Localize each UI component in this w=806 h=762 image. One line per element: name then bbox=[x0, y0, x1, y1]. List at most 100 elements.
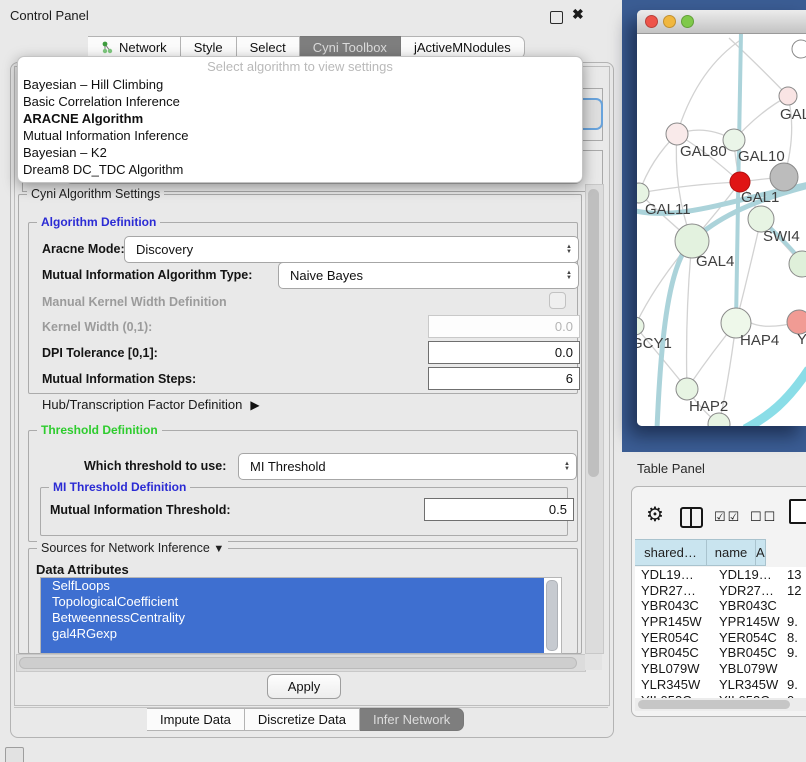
expand-arrow-icon: ▶ bbox=[250, 398, 259, 412]
zoom-window-icon[interactable] bbox=[681, 15, 694, 28]
attribute-items: SelfLoops TopologicalCoefficient Between… bbox=[41, 578, 561, 642]
table-row[interactable]: YDL19… YDL19… 13 bbox=[635, 567, 806, 583]
close-window-icon[interactable] bbox=[645, 15, 658, 28]
cell-shared-name: YBR045C bbox=[635, 645, 711, 661]
dpi-tolerance-field[interactable]: 0.0 bbox=[428, 341, 580, 364]
panel-title: Control Panel bbox=[10, 8, 89, 23]
which-threshold-select[interactable]: MI Threshold ▲▼ bbox=[238, 453, 577, 480]
attribute-item[interactable]: BetweennessCentrality bbox=[41, 610, 544, 626]
network-graph: GALGAL80GAL10GAL1GAL11SWI4GAL4GCY1HAP4YH… bbox=[637, 34, 806, 426]
table-row[interactable]: YBR045C YBR045C 9. bbox=[635, 645, 806, 661]
network-node[interactable] bbox=[676, 378, 698, 400]
dropdown-option[interactable]: Dream8 DC_TDC Algorithm bbox=[18, 161, 582, 178]
attribute-item[interactable]: TopologicalCoefficient bbox=[41, 594, 544, 610]
settings-horizontal-scrollbar[interactable] bbox=[16, 654, 586, 672]
table-panel: ⚙ ☑☑ ☐☐ shared… name A YDL19… YDL19… 13 bbox=[631, 486, 806, 717]
tab[interactable]: Impute Data bbox=[147, 708, 245, 731]
network-view-window[interactable]: GALGAL80GAL10GAL1GAL11SWI4GAL4GCY1HAP4YH… bbox=[637, 10, 806, 426]
tab[interactable]: Discretize Data bbox=[245, 708, 360, 731]
collapse-arrow-icon[interactable]: ▼ bbox=[213, 543, 224, 555]
table-row[interactable]: YLR345W YLR345W 9. bbox=[635, 677, 806, 693]
dropdown-option[interactable]: Basic Correlation Inference bbox=[18, 93, 582, 110]
option-label: Dream8 DC_TDC Algorithm bbox=[23, 162, 183, 177]
select-all-checkboxes-icon[interactable]: ☑☑ bbox=[714, 509, 741, 525]
attribute-item-clipped[interactable] bbox=[41, 642, 544, 653]
network-node[interactable] bbox=[637, 317, 644, 335]
attribute-label: SelfLoops bbox=[52, 578, 110, 593]
table-row[interactable]: YER054C YER054C 8. bbox=[635, 630, 806, 646]
settings-vertical-scrollbar[interactable] bbox=[585, 184, 604, 654]
aracne-mode-label: Aracne Mode: bbox=[42, 242, 125, 256]
mi-type-select[interactable]: Naive Bayes ▲▼ bbox=[278, 262, 579, 289]
attribute-label: BetweennessCentrality bbox=[52, 610, 185, 625]
group-title: Sources for Network Inference ▼ bbox=[37, 541, 228, 555]
close-icon[interactable]: ✖ bbox=[572, 6, 584, 23]
option-label: Bayesian – Hill Climbing bbox=[23, 77, 163, 92]
list-scrollbar[interactable] bbox=[546, 580, 558, 651]
tab[interactable]: Infer Network bbox=[360, 708, 464, 731]
option-label: Basic Correlation Inference bbox=[23, 94, 180, 109]
tab-label: Style bbox=[194, 40, 223, 55]
manual-kernel-checkbox[interactable] bbox=[549, 292, 566, 309]
clear-checkboxes-icon[interactable]: ☐☐ bbox=[750, 509, 777, 525]
table-row[interactable]: YPR145W YPR145W 9. bbox=[635, 614, 806, 630]
mi-steps-field[interactable]: 6 bbox=[428, 367, 580, 390]
manual-kernel-label: Manual Kernel Width Definition bbox=[42, 295, 227, 309]
column-header[interactable]: A bbox=[756, 539, 766, 566]
float-panel-icon[interactable] bbox=[550, 11, 563, 24]
table-row[interactable]: YBR043C YBR043C bbox=[635, 598, 806, 614]
node-label: GAL11 bbox=[645, 201, 691, 218]
cell-name: YBL079W bbox=[711, 661, 783, 677]
dropdown-option[interactable]: Bayesian – K2 bbox=[18, 144, 582, 161]
node-label: HAP4 bbox=[740, 332, 779, 349]
table-horizontal-scrollbar[interactable] bbox=[635, 698, 806, 711]
table-panel-title: Table Panel bbox=[637, 461, 705, 476]
stepper-icon: ▲▼ bbox=[566, 245, 572, 255]
dropdown-option[interactable]: Bayesian – Hill Climbing bbox=[18, 76, 582, 93]
tab-label: Impute Data bbox=[160, 712, 231, 727]
scrollbar-corner bbox=[585, 654, 602, 670]
group-title: MI Threshold Definition bbox=[49, 480, 190, 494]
cell-value: 8. bbox=[783, 630, 806, 646]
table-row[interactable]: YDR27… YDR27… 12 bbox=[635, 583, 806, 599]
data-attributes-list[interactable]: SelfLoops TopologicalCoefficient Between… bbox=[40, 577, 562, 654]
dropdown-option[interactable]: Mutual Information Inference bbox=[18, 127, 582, 144]
mi-threshold-field[interactable]: 0.5 bbox=[424, 498, 574, 521]
algorithm-dropdown[interactable]: Select algorithm to view settings Bayesi… bbox=[17, 56, 583, 183]
hub-definition-expander[interactable]: Hub/Transcription Factor Definition ▶ bbox=[42, 397, 260, 412]
columns-icon[interactable] bbox=[680, 507, 703, 528]
network-node[interactable] bbox=[770, 163, 798, 191]
minimized-panel-icon[interactable] bbox=[5, 747, 24, 762]
aracne-mode-select[interactable]: Discovery ▲▼ bbox=[124, 236, 579, 263]
network-node[interactable] bbox=[666, 123, 688, 145]
dropdown-option[interactable]: ARACNE Algorithm bbox=[18, 110, 582, 127]
mi-threshold-label: Mutual Information Threshold: bbox=[50, 503, 231, 517]
network-node[interactable] bbox=[789, 251, 806, 277]
cell-value: 9. bbox=[783, 645, 806, 661]
attribute-item[interactable]: SelfLoops bbox=[41, 578, 544, 594]
attribute-item[interactable]: gal4RGexp bbox=[41, 626, 544, 642]
gear-icon[interactable]: ⚙ bbox=[646, 502, 664, 527]
table-body: YDL19… YDL19… 13 YDR27… YDR27… 12 YBR043… bbox=[635, 567, 806, 698]
group-title: Threshold Definition bbox=[37, 423, 162, 437]
cell-name: YER054C bbox=[711, 630, 783, 646]
node-label: GAL bbox=[780, 106, 806, 123]
window-titlebar[interactable] bbox=[637, 10, 806, 34]
tab-label: Select bbox=[250, 40, 286, 55]
attribute-label: TopologicalCoefficient bbox=[52, 594, 178, 609]
network-canvas[interactable]: GALGAL80GAL10GAL1GAL11SWI4GAL4GCY1HAP4YH… bbox=[637, 34, 806, 426]
column-header[interactable]: name bbox=[707, 539, 756, 566]
screen: Control Panel ✖ Network bbox=[0, 0, 806, 762]
table-row[interactable]: YBL079W YBL079W bbox=[635, 661, 806, 677]
cyni-bottom-tabs: Impute Data Discretize Data Infer Networ… bbox=[147, 708, 464, 731]
column-header[interactable]: shared… bbox=[635, 539, 707, 566]
kernel-width-field[interactable]: 0.0 bbox=[428, 315, 580, 338]
apply-button[interactable]: Apply bbox=[267, 674, 341, 699]
network-icon bbox=[101, 41, 114, 54]
cell-name: YPR145W bbox=[711, 614, 783, 630]
minimize-window-icon[interactable] bbox=[663, 15, 676, 28]
export-table-icon[interactable] bbox=[789, 499, 806, 524]
network-node[interactable] bbox=[792, 40, 806, 58]
network-node[interactable] bbox=[779, 87, 797, 105]
group-title: Algorithm Definition bbox=[37, 215, 160, 229]
